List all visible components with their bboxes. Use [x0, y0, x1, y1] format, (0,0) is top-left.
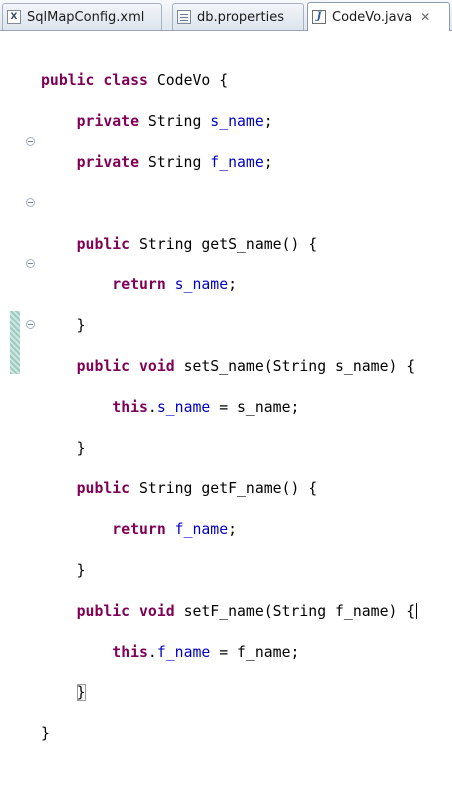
code-line-setF-body: this.f_name = f_name; — [112, 643, 300, 661]
code-line-getS-return: return s_name; — [112, 276, 238, 294]
code-line-class: public class CodeVo { — [41, 72, 229, 90]
code-line-getF: public String getF_name() { — [76, 480, 318, 498]
tab-sqlmapconfig[interactable]: X SqlMapConfig.xml — [2, 3, 162, 30]
java-file-icon: J — [312, 10, 326, 24]
collapse-getF-icon[interactable] — [26, 259, 35, 268]
tab-codevo-java[interactable]: J CodeVo.java ✕ — [307, 2, 450, 31]
source-code[interactable]: public class CodeVo { private String s_n… — [41, 51, 418, 785]
code-line-setS-body: this.s_name = s_name; — [112, 398, 300, 416]
quick-diff-change-marker — [10, 311, 20, 374]
code-line-getF-return: return f_name; — [112, 521, 238, 539]
code-line-field-s: private String s_name; — [76, 113, 273, 131]
code-line-brace: } — [76, 439, 86, 457]
code-line-setS: public void setS_name(String s_name) { — [76, 357, 416, 375]
code-line-brace: } — [76, 317, 86, 335]
code-line-getS: public String getS_name() { — [76, 235, 318, 253]
collapse-getS-icon[interactable] — [26, 137, 35, 146]
code-line-setF: public void setF_name(String f_name) { — [76, 602, 418, 620]
editor-tab-bar: X SqlMapConfig.xml db.properties J CodeV… — [0, 0, 452, 31]
tab-db-properties[interactable]: db.properties — [172, 3, 304, 30]
text-caret — [416, 602, 418, 619]
collapse-setF-icon[interactable] — [26, 320, 35, 329]
tab-label: CodeVo.java — [332, 9, 413, 25]
close-tab-icon[interactable]: ✕ — [420, 10, 430, 24]
xml-file-icon: X — [7, 10, 21, 24]
collapse-setS-icon[interactable] — [26, 198, 35, 207]
tab-label: db.properties — [197, 9, 284, 25]
code-line-field-f: private String f_name; — [76, 154, 273, 171]
code-line-brace: } — [76, 561, 86, 579]
properties-file-icon — [177, 10, 191, 24]
code-line-class-close: } — [41, 725, 50, 743]
tab-label: SqlMapConfig.xml — [27, 9, 145, 25]
code-line-brace-matched: } — [41, 683, 417, 703]
code-editor[interactable]: public class CodeVo { private String s_n… — [0, 31, 452, 742]
matching-brace-highlight: } — [76, 684, 86, 702]
